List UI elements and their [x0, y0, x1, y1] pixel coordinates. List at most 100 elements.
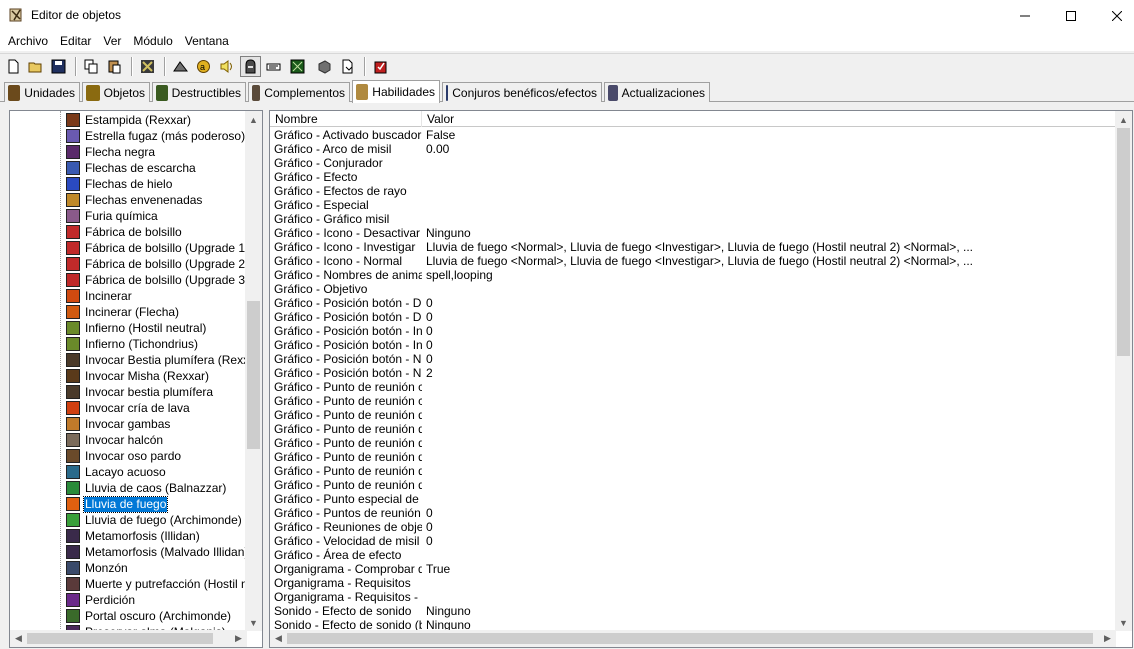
tree-item[interactable]: Incinerar (Flecha)	[66, 304, 180, 320]
tree-item[interactable]: Invocar halcón	[66, 432, 164, 448]
grid-horizontal-scrollbar[interactable]: ◀ ▶	[270, 630, 1116, 647]
close-button[interactable]	[1094, 0, 1134, 31]
save-button[interactable]	[48, 56, 69, 77]
table-row[interactable]: Gráfico - Posición botón - In... 0	[270, 324, 1118, 338]
grid-vertical-scrollbar[interactable]: ▲ ▼	[1115, 111, 1132, 631]
table-row[interactable]: Gráfico - Efecto	[270, 170, 1118, 184]
tree-item[interactable]: Infierno (Hostil neutral)	[66, 320, 207, 336]
camera-button[interactable]	[287, 56, 308, 77]
table-row[interactable]: Gráfico - Punto especial de r...	[270, 492, 1118, 506]
field-value[interactable]: Lluvia de fuego <Normal>, Lluvia de fueg…	[426, 254, 1116, 268]
field-value[interactable]: False	[426, 128, 1116, 142]
object-button[interactable]	[314, 56, 335, 77]
tree-item[interactable]: Incinerar	[66, 288, 133, 304]
paste-button[interactable]	[104, 56, 125, 77]
field-value[interactable]: Ninguno	[426, 604, 1116, 618]
tree-item[interactable]: Lluvia de fuego	[66, 495, 169, 513]
tree-item[interactable]: Fábrica de bolsillo (Upgrade 1)	[66, 240, 247, 256]
tree-item[interactable]: Metamorfosis (Illidan)	[66, 528, 201, 544]
column-header-name[interactable]: Nombre	[270, 111, 422, 127]
tree-horizontal-scrollbar[interactable]: ◀ ▶	[10, 630, 247, 647]
table-row[interactable]: Gráfico - Reuniones de objet... 0	[270, 520, 1118, 534]
scroll-left-icon[interactable]: ◀	[270, 630, 287, 647]
table-row[interactable]: Gráfico - Posición botón - N... 0	[270, 352, 1118, 366]
tree-item[interactable]: Flechas de escarcha	[66, 160, 197, 176]
tree-item[interactable]: Estrella fugaz (más poderoso)	[66, 128, 246, 144]
tree-item[interactable]: Muerte y putrefacción (Hostil neutral)	[66, 576, 247, 592]
table-row[interactable]: Sonido - Efecto de sonido Ninguno	[270, 604, 1118, 618]
field-value[interactable]: 2	[426, 366, 1116, 380]
import-button[interactable]	[337, 56, 358, 77]
table-row[interactable]: Gráfico - Velocidad de misil 0	[270, 534, 1118, 548]
table-row[interactable]: Gráfico - Activado buscador ... False	[270, 128, 1118, 142]
new-button[interactable]	[3, 56, 24, 77]
table-row[interactable]: Gráfico - Especial	[270, 198, 1118, 212]
field-value[interactable]: 0	[426, 534, 1116, 548]
tree-item[interactable]: Invocar oso pardo	[66, 448, 182, 464]
table-row[interactable]: Gráfico - Icono - Normal Lluvia de fuego …	[270, 254, 1118, 268]
table-row[interactable]: Gráfico - Puntos de reunión ... 0	[270, 506, 1118, 520]
grid-scroll-thumb[interactable]	[1117, 128, 1130, 356]
tree-item[interactable]: Invocar gambas	[66, 416, 171, 432]
tree-item[interactable]: Flecha negra	[66, 144, 156, 160]
scroll-right-icon[interactable]: ▶	[1099, 630, 1116, 647]
tree-item[interactable]: Lluvia de caos (Balnazzar)	[66, 480, 227, 496]
scroll-left-icon[interactable]: ◀	[10, 630, 27, 647]
minimize-button[interactable]	[1002, 0, 1048, 31]
field-value[interactable]: 0	[426, 296, 1116, 310]
table-row[interactable]: Gráfico - Objetivo	[270, 282, 1118, 296]
maximize-button[interactable]	[1048, 0, 1094, 31]
scroll-up-icon[interactable]: ▲	[1115, 111, 1132, 128]
field-value[interactable]: Ninguno	[426, 226, 1116, 240]
tree-hscroll-thumb[interactable]	[27, 633, 213, 644]
tree-item[interactable]: Fábrica de bolsillo	[66, 224, 183, 240]
tab-habilidades[interactable]: Habilidades	[352, 80, 440, 103]
tree-item[interactable]: Infierno (Tichondrius)	[66, 336, 199, 352]
tree-vertical-scrollbar[interactable]: ▲ ▼	[245, 111, 262, 631]
table-row[interactable]: Gráfico - Punto de reunión d...	[270, 450, 1118, 464]
table-row[interactable]: Organigrama - Requisitos - N...	[270, 590, 1118, 604]
tree-item[interactable]: Fábrica de bolsillo (Upgrade 3)	[66, 272, 247, 288]
table-row[interactable]: Gráfico - Punto de reunión d...	[270, 464, 1118, 478]
table-row[interactable]: Gráfico - Posición botón - D... 0	[270, 310, 1118, 324]
table-row[interactable]: Gráfico - Conjurador	[270, 156, 1118, 170]
tree-item[interactable]: Fábrica de bolsillo (Upgrade 2)	[66, 256, 247, 272]
tree-item[interactable]: Perdición	[66, 592, 136, 608]
table-row[interactable]: Organigrama - Requisitos	[270, 576, 1118, 590]
tab-conjuros[interactable]: Conjuros benéficos/efectos	[442, 82, 602, 102]
tree-item[interactable]: Metamorfosis (Malvado Illidan)	[66, 544, 247, 560]
tree-scroll-thumb[interactable]	[247, 301, 260, 449]
unit-palette-button[interactable]	[240, 56, 261, 77]
tree-item[interactable]: Invocar bestia plumífera	[66, 384, 214, 400]
scroll-up-icon[interactable]: ▲	[245, 111, 262, 128]
doodad-button[interactable]: a	[193, 56, 214, 77]
menu-ventana[interactable]: Ventana	[179, 31, 235, 51]
table-row[interactable]: Gráfico - Posición botón - In... 0	[270, 338, 1118, 352]
region-button[interactable]	[263, 56, 284, 77]
table-row[interactable]: Gráfico - Punto de reunión c...	[270, 394, 1118, 408]
scroll-down-icon[interactable]: ▼	[245, 614, 262, 631]
field-value[interactable]: 0	[426, 310, 1116, 324]
table-row[interactable]: Gráfico - Icono - Investigar Lluvia de fu…	[270, 240, 1118, 254]
tree-item[interactable]: Invocar cría de lava	[66, 400, 191, 416]
scroll-down-icon[interactable]: ▼	[1115, 614, 1132, 631]
tree-item[interactable]: Lluvia de fuego (Archimonde)	[66, 512, 243, 528]
open-button[interactable]	[25, 56, 46, 77]
table-row[interactable]: Gráfico - Punto de reunión d...	[270, 478, 1118, 492]
table-row[interactable]: Gráfico - Punto de reunión c...	[270, 380, 1118, 394]
menu-modulo[interactable]: Módulo	[127, 31, 178, 51]
tree-item[interactable]: Furia química	[66, 208, 159, 224]
table-row[interactable]: Gráfico - Arco de misil 0.00	[270, 142, 1118, 156]
scroll-right-icon[interactable]: ▶	[230, 630, 247, 647]
field-value[interactable]: 0	[426, 338, 1116, 352]
table-row[interactable]: Gráfico - Posición botón - N... 2	[270, 366, 1118, 380]
tree-item[interactable]: Invocar Misha (Rexxar)	[66, 368, 210, 384]
menu-ver[interactable]: Ver	[97, 31, 127, 51]
tab-objetos[interactable]: Objetos	[82, 82, 150, 102]
table-row[interactable]: Gráfico - Gráfico misil	[270, 212, 1118, 226]
tree-item[interactable]: Lacayo acuoso	[66, 464, 167, 480]
field-value[interactable]: Lluvia de fuego <Normal>, Lluvia de fueg…	[426, 240, 1116, 254]
tab-actualizaciones[interactable]: Actualizaciones	[604, 82, 710, 102]
field-value[interactable]: spell,looping	[426, 268, 1116, 282]
table-row[interactable]: Gráfico - Efectos de rayo	[270, 184, 1118, 198]
